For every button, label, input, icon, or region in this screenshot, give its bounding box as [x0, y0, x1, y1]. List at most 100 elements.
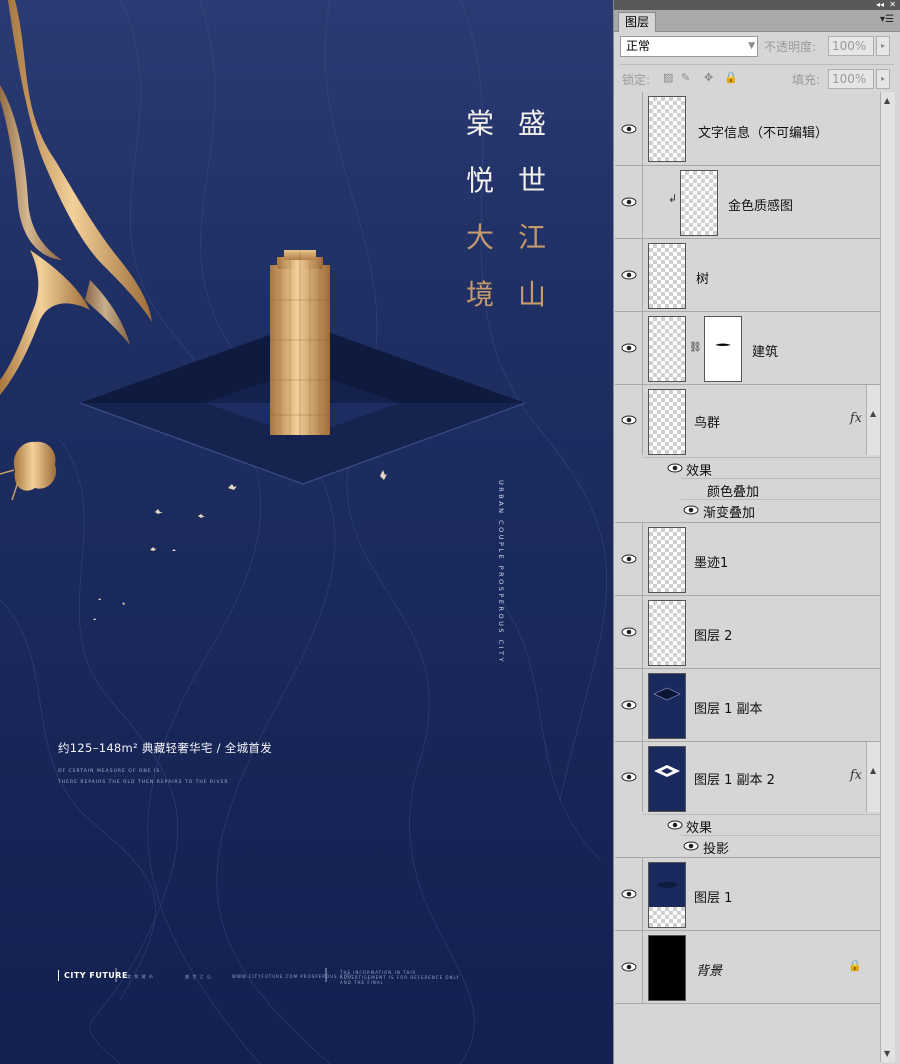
layer-name: 建筑 — [752, 345, 779, 360]
effects-row[interactable]: 效果 — [643, 457, 880, 479]
layer-row[interactable]: 背景 🔒 — [615, 931, 880, 1004]
layer-name: 图层 1 — [694, 891, 733, 906]
fill-input[interactable]: 100% — [828, 69, 874, 89]
visibility-eye-icon[interactable] — [621, 554, 637, 564]
lock-all-icon[interactable]: 🔒 — [724, 71, 738, 84]
gold-ink-strokes — [0, 0, 152, 395]
effect-row[interactable]: 投影 — [681, 835, 880, 857]
poster-canvas: 盛 世 江 山 棠 悦 大 境 URBAN COUPLE PROSPEROUS … — [0, 0, 613, 1064]
effects-label: 效果 — [686, 821, 713, 836]
visibility-eye-icon[interactable] — [621, 270, 637, 280]
blend-opacity-row: 正常 ▼ 不透明度: 100% ▸ — [620, 34, 894, 58]
title-char: 悦 — [465, 164, 494, 197]
visibility-eye-icon[interactable] — [621, 772, 637, 782]
visibility-eye-icon[interactable] — [621, 197, 637, 207]
triangle-up-icon: ▲ — [870, 766, 877, 775]
gold-tower — [270, 250, 330, 435]
opacity-input[interactable]: 100% — [828, 36, 874, 56]
fill-arrow-icon[interactable]: ▸ — [876, 69, 890, 89]
layer-row[interactable]: 图层 2 — [615, 596, 880, 669]
visibility-eye-icon[interactable] — [667, 820, 683, 830]
fill-label: 填充: — [792, 73, 821, 87]
layer-row[interactable]: 墨迹1 — [615, 523, 880, 596]
layer-list: 文字信息（不可编辑） ↲ 金色质感图 树 ⛓ 建筑 鸟群 fx ▲ 效果 颜色叠… — [615, 92, 880, 1004]
scroll-down-icon[interactable]: ▼ — [884, 1049, 890, 1058]
lock-label: 锁定: — [622, 73, 651, 87]
layer-name: 图层 2 — [694, 629, 733, 644]
poster-title-left: 棠 悦 大 境 — [464, 95, 496, 323]
visibility-eye-icon[interactable] — [621, 889, 637, 899]
collapse-icon[interactable]: ◂◂ — [876, 0, 884, 10]
panel-scrollbar[interactable]: ▲ ▼ — [880, 92, 895, 1062]
title-char: 棠 — [465, 107, 494, 140]
layer-name: 树 — [696, 272, 710, 287]
vertical-english-text: URBAN COUPLE PROSPEROUS CITY — [497, 480, 505, 664]
layer-name: 图层 1 副本 2 — [694, 773, 775, 788]
clipping-arrow-icon: ↲ — [668, 192, 678, 205]
lock-transparent-icon[interactable]: ▨ — [663, 71, 673, 84]
layer-thumbnail — [648, 935, 686, 1001]
visibility-eye-icon[interactable] — [621, 627, 637, 637]
link-chain-icon[interactable]: ⛓ — [689, 342, 702, 353]
layer-thumbnail — [648, 96, 686, 162]
layer-thumbnail — [648, 243, 686, 309]
lock-paint-icon[interactable]: ✎ — [681, 71, 690, 84]
title-char: 世 — [517, 164, 546, 197]
opacity-arrow-icon[interactable]: ▸ — [876, 36, 890, 56]
layer-thumbnail — [648, 316, 686, 382]
visibility-eye-icon[interactable] — [667, 463, 683, 473]
panel-tab-row: 图层 ▾☰ — [614, 10, 900, 32]
layer-mask-thumbnail[interactable] — [704, 316, 742, 382]
effect-row[interactable]: 颜色叠加 — [681, 478, 880, 500]
close-icon[interactable]: ✕ — [889, 0, 896, 10]
layer-row[interactable]: 图层 1 副本 2 fx ▲ 效果 投影 — [615, 742, 880, 858]
layer-row[interactable]: 鸟群 fx ▲ 效果 颜色叠加 渐变叠加 — [615, 385, 880, 523]
fx-icon[interactable]: fx — [850, 768, 862, 783]
panel-menu-icon[interactable]: ▾☰ — [880, 14, 894, 25]
birds — [93, 470, 387, 620]
layer-fx-toggle[interactable]: ▲ — [866, 742, 880, 812]
layer-thumbnail — [648, 673, 686, 739]
layer-row[interactable]: 树 — [615, 239, 880, 312]
visibility-eye-icon[interactable] — [621, 700, 637, 710]
visibility-eye-icon[interactable] — [621, 124, 637, 134]
blend-mode-value: 正常 — [626, 39, 651, 53]
poster-headline: 约125–148m² 典藏轻奢华宅 / 全城首发 — [58, 741, 273, 755]
visibility-eye-icon[interactable] — [621, 962, 637, 972]
effects-label: 效果 — [686, 464, 713, 479]
tab-layers[interactable]: 图层 — [618, 12, 657, 32]
visibility-eye-icon[interactable] — [621, 415, 637, 425]
blend-mode-select[interactable]: 正常 ▼ — [620, 36, 758, 57]
effects-row[interactable]: 效果 — [643, 814, 880, 836]
layer-thumbnail — [648, 527, 686, 593]
effect-label: 投影 — [703, 842, 730, 857]
layer-thumbnail — [680, 170, 718, 236]
layer-thumbnail — [648, 746, 686, 812]
layer-name: 墨迹1 — [694, 556, 729, 571]
gold-tree-art — [0, 441, 57, 501]
effect-label: 颜色叠加 — [707, 485, 760, 500]
panel-titlebar: ◂◂ ✕ — [614, 0, 900, 10]
fx-icon[interactable]: fx — [850, 411, 862, 426]
layer-row[interactable]: 图层 1 — [615, 858, 880, 931]
footer-small-text: WWW.CITYFUTURE.COM PROSPEROUS CITY — [232, 974, 353, 979]
opacity-label: 不透明度: — [764, 40, 817, 54]
layers-panel: ◂◂ ✕ 图层 ▾☰ 正常 ▼ 不透明度: 100% ▸ 锁定: ▨ ✎ ✥ 🔒… — [613, 0, 900, 1064]
effect-row[interactable]: 渐变叠加 — [681, 499, 880, 521]
layer-row[interactable]: 文字信息（不可编辑） — [615, 92, 880, 166]
layer-name: 文字信息（不可编辑） — [698, 126, 829, 141]
visibility-eye-icon[interactable] — [683, 841, 699, 851]
layer-row[interactable]: 图层 1 副本 — [615, 669, 880, 742]
layer-thumbnail — [648, 600, 686, 666]
visibility-eye-icon[interactable] — [683, 505, 699, 515]
chevron-down-icon: ▼ — [748, 41, 755, 51]
title-char: 大 — [465, 221, 494, 254]
scroll-up-icon[interactable]: ▲ — [884, 96, 890, 105]
layer-row[interactable]: ⛓ 建筑 — [615, 312, 880, 385]
layer-row[interactable]: ↲ 金色质感图 — [615, 166, 880, 239]
lock-fill-row: 锁定: ▨ ✎ ✥ 🔒 填充: 100% ▸ — [620, 64, 894, 90]
lock-move-icon[interactable]: ✥ — [704, 71, 713, 84]
layer-fx-toggle[interactable]: ▲ — [866, 385, 880, 455]
triangle-up-icon: ▲ — [870, 409, 877, 418]
visibility-eye-icon[interactable] — [621, 343, 637, 353]
